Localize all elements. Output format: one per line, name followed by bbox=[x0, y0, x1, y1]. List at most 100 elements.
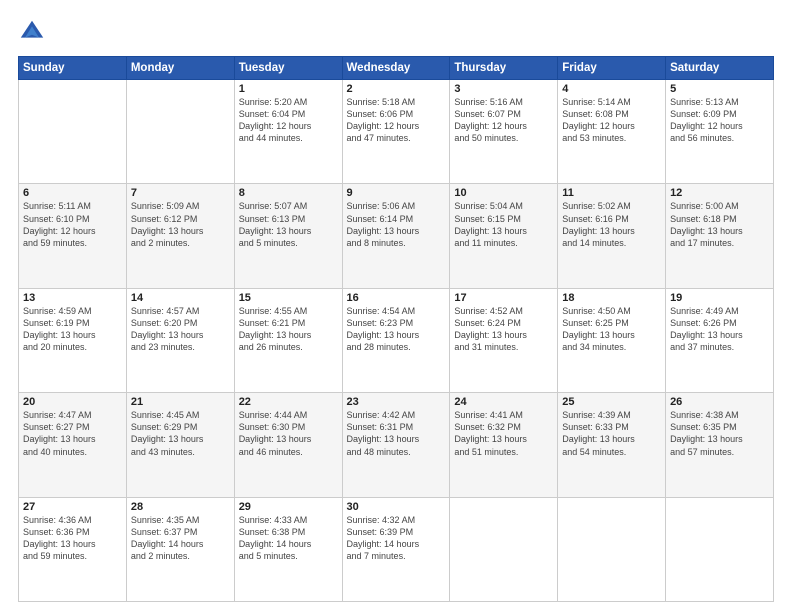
day-info: Sunrise: 4:59 AM Sunset: 6:19 PM Dayligh… bbox=[23, 305, 122, 354]
day-info: Sunrise: 5:06 AM Sunset: 6:14 PM Dayligh… bbox=[347, 200, 446, 249]
day-number: 2 bbox=[347, 83, 446, 95]
calendar-header-sunday: Sunday bbox=[19, 57, 127, 80]
day-number: 22 bbox=[239, 396, 338, 408]
day-number: 26 bbox=[670, 396, 769, 408]
calendar-cell: 20Sunrise: 4:47 AM Sunset: 6:27 PM Dayli… bbox=[19, 393, 127, 497]
calendar-header-wednesday: Wednesday bbox=[342, 57, 450, 80]
calendar-cell: 4Sunrise: 5:14 AM Sunset: 6:08 PM Daylig… bbox=[558, 80, 666, 184]
day-info: Sunrise: 5:11 AM Sunset: 6:10 PM Dayligh… bbox=[23, 200, 122, 249]
calendar-cell: 9Sunrise: 5:06 AM Sunset: 6:14 PM Daylig… bbox=[342, 184, 450, 288]
calendar-cell: 2Sunrise: 5:18 AM Sunset: 6:06 PM Daylig… bbox=[342, 80, 450, 184]
day-info: Sunrise: 4:36 AM Sunset: 6:36 PM Dayligh… bbox=[23, 514, 122, 563]
calendar-cell: 21Sunrise: 4:45 AM Sunset: 6:29 PM Dayli… bbox=[126, 393, 234, 497]
day-info: Sunrise: 4:44 AM Sunset: 6:30 PM Dayligh… bbox=[239, 409, 338, 458]
day-info: Sunrise: 4:38 AM Sunset: 6:35 PM Dayligh… bbox=[670, 409, 769, 458]
day-info: Sunrise: 4:57 AM Sunset: 6:20 PM Dayligh… bbox=[131, 305, 230, 354]
calendar-cell: 7Sunrise: 5:09 AM Sunset: 6:12 PM Daylig… bbox=[126, 184, 234, 288]
day-number: 25 bbox=[562, 396, 661, 408]
day-info: Sunrise: 5:20 AM Sunset: 6:04 PM Dayligh… bbox=[239, 96, 338, 145]
page: SundayMondayTuesdayWednesdayThursdayFrid… bbox=[0, 0, 792, 612]
calendar-cell: 29Sunrise: 4:33 AM Sunset: 6:38 PM Dayli… bbox=[234, 497, 342, 601]
day-info: Sunrise: 5:02 AM Sunset: 6:16 PM Dayligh… bbox=[562, 200, 661, 249]
day-number: 28 bbox=[131, 501, 230, 513]
day-info: Sunrise: 4:41 AM Sunset: 6:32 PM Dayligh… bbox=[454, 409, 553, 458]
calendar-week-3: 13Sunrise: 4:59 AM Sunset: 6:19 PM Dayli… bbox=[19, 288, 774, 392]
calendar-cell: 15Sunrise: 4:55 AM Sunset: 6:21 PM Dayli… bbox=[234, 288, 342, 392]
day-number: 13 bbox=[23, 292, 122, 304]
day-info: Sunrise: 5:13 AM Sunset: 6:09 PM Dayligh… bbox=[670, 96, 769, 145]
calendar-table: SundayMondayTuesdayWednesdayThursdayFrid… bbox=[18, 56, 774, 602]
calendar-header-monday: Monday bbox=[126, 57, 234, 80]
calendar-cell: 23Sunrise: 4:42 AM Sunset: 6:31 PM Dayli… bbox=[342, 393, 450, 497]
day-number: 4 bbox=[562, 83, 661, 95]
day-info: Sunrise: 4:42 AM Sunset: 6:31 PM Dayligh… bbox=[347, 409, 446, 458]
calendar-cell: 12Sunrise: 5:00 AM Sunset: 6:18 PM Dayli… bbox=[666, 184, 774, 288]
calendar-week-1: 1Sunrise: 5:20 AM Sunset: 6:04 PM Daylig… bbox=[19, 80, 774, 184]
calendar-header-row: SundayMondayTuesdayWednesdayThursdayFrid… bbox=[19, 57, 774, 80]
day-number: 29 bbox=[239, 501, 338, 513]
day-number: 15 bbox=[239, 292, 338, 304]
day-number: 30 bbox=[347, 501, 446, 513]
day-info: Sunrise: 4:47 AM Sunset: 6:27 PM Dayligh… bbox=[23, 409, 122, 458]
calendar-cell: 19Sunrise: 4:49 AM Sunset: 6:26 PM Dayli… bbox=[666, 288, 774, 392]
logo bbox=[18, 18, 50, 46]
calendar-week-5: 27Sunrise: 4:36 AM Sunset: 6:36 PM Dayli… bbox=[19, 497, 774, 601]
day-info: Sunrise: 4:55 AM Sunset: 6:21 PM Dayligh… bbox=[239, 305, 338, 354]
day-number: 3 bbox=[454, 83, 553, 95]
logo-icon bbox=[18, 18, 46, 46]
day-info: Sunrise: 4:45 AM Sunset: 6:29 PM Dayligh… bbox=[131, 409, 230, 458]
day-number: 7 bbox=[131, 187, 230, 199]
calendar-cell bbox=[126, 80, 234, 184]
calendar-cell: 26Sunrise: 4:38 AM Sunset: 6:35 PM Dayli… bbox=[666, 393, 774, 497]
calendar-cell: 3Sunrise: 5:16 AM Sunset: 6:07 PM Daylig… bbox=[450, 80, 558, 184]
day-number: 8 bbox=[239, 187, 338, 199]
day-info: Sunrise: 5:18 AM Sunset: 6:06 PM Dayligh… bbox=[347, 96, 446, 145]
day-info: Sunrise: 5:14 AM Sunset: 6:08 PM Dayligh… bbox=[562, 96, 661, 145]
calendar-cell bbox=[19, 80, 127, 184]
calendar-cell: 14Sunrise: 4:57 AM Sunset: 6:20 PM Dayli… bbox=[126, 288, 234, 392]
day-number: 9 bbox=[347, 187, 446, 199]
day-number: 17 bbox=[454, 292, 553, 304]
day-number: 14 bbox=[131, 292, 230, 304]
day-number: 1 bbox=[239, 83, 338, 95]
calendar-cell: 18Sunrise: 4:50 AM Sunset: 6:25 PM Dayli… bbox=[558, 288, 666, 392]
calendar-cell bbox=[558, 497, 666, 601]
calendar-cell: 16Sunrise: 4:54 AM Sunset: 6:23 PM Dayli… bbox=[342, 288, 450, 392]
day-info: Sunrise: 4:35 AM Sunset: 6:37 PM Dayligh… bbox=[131, 514, 230, 563]
calendar-week-4: 20Sunrise: 4:47 AM Sunset: 6:27 PM Dayli… bbox=[19, 393, 774, 497]
day-number: 6 bbox=[23, 187, 122, 199]
calendar-header-saturday: Saturday bbox=[666, 57, 774, 80]
day-info: Sunrise: 5:04 AM Sunset: 6:15 PM Dayligh… bbox=[454, 200, 553, 249]
day-number: 20 bbox=[23, 396, 122, 408]
calendar-cell: 10Sunrise: 5:04 AM Sunset: 6:15 PM Dayli… bbox=[450, 184, 558, 288]
day-info: Sunrise: 4:52 AM Sunset: 6:24 PM Dayligh… bbox=[454, 305, 553, 354]
calendar-header-tuesday: Tuesday bbox=[234, 57, 342, 80]
day-number: 21 bbox=[131, 396, 230, 408]
day-info: Sunrise: 4:49 AM Sunset: 6:26 PM Dayligh… bbox=[670, 305, 769, 354]
day-number: 18 bbox=[562, 292, 661, 304]
day-number: 27 bbox=[23, 501, 122, 513]
calendar-cell: 25Sunrise: 4:39 AM Sunset: 6:33 PM Dayli… bbox=[558, 393, 666, 497]
calendar-header-thursday: Thursday bbox=[450, 57, 558, 80]
day-number: 10 bbox=[454, 187, 553, 199]
calendar-cell: 5Sunrise: 5:13 AM Sunset: 6:09 PM Daylig… bbox=[666, 80, 774, 184]
calendar-cell: 28Sunrise: 4:35 AM Sunset: 6:37 PM Dayli… bbox=[126, 497, 234, 601]
calendar-cell bbox=[666, 497, 774, 601]
day-info: Sunrise: 4:33 AM Sunset: 6:38 PM Dayligh… bbox=[239, 514, 338, 563]
calendar-cell: 11Sunrise: 5:02 AM Sunset: 6:16 PM Dayli… bbox=[558, 184, 666, 288]
day-number: 24 bbox=[454, 396, 553, 408]
day-number: 5 bbox=[670, 83, 769, 95]
day-number: 16 bbox=[347, 292, 446, 304]
header bbox=[18, 18, 774, 46]
calendar-cell: 30Sunrise: 4:32 AM Sunset: 6:39 PM Dayli… bbox=[342, 497, 450, 601]
calendar-cell bbox=[450, 497, 558, 601]
calendar-cell: 6Sunrise: 5:11 AM Sunset: 6:10 PM Daylig… bbox=[19, 184, 127, 288]
day-info: Sunrise: 4:32 AM Sunset: 6:39 PM Dayligh… bbox=[347, 514, 446, 563]
calendar-cell: 17Sunrise: 4:52 AM Sunset: 6:24 PM Dayli… bbox=[450, 288, 558, 392]
day-number: 12 bbox=[670, 187, 769, 199]
day-info: Sunrise: 4:50 AM Sunset: 6:25 PM Dayligh… bbox=[562, 305, 661, 354]
calendar-cell: 24Sunrise: 4:41 AM Sunset: 6:32 PM Dayli… bbox=[450, 393, 558, 497]
calendar-header-friday: Friday bbox=[558, 57, 666, 80]
day-number: 23 bbox=[347, 396, 446, 408]
calendar-cell: 22Sunrise: 4:44 AM Sunset: 6:30 PM Dayli… bbox=[234, 393, 342, 497]
